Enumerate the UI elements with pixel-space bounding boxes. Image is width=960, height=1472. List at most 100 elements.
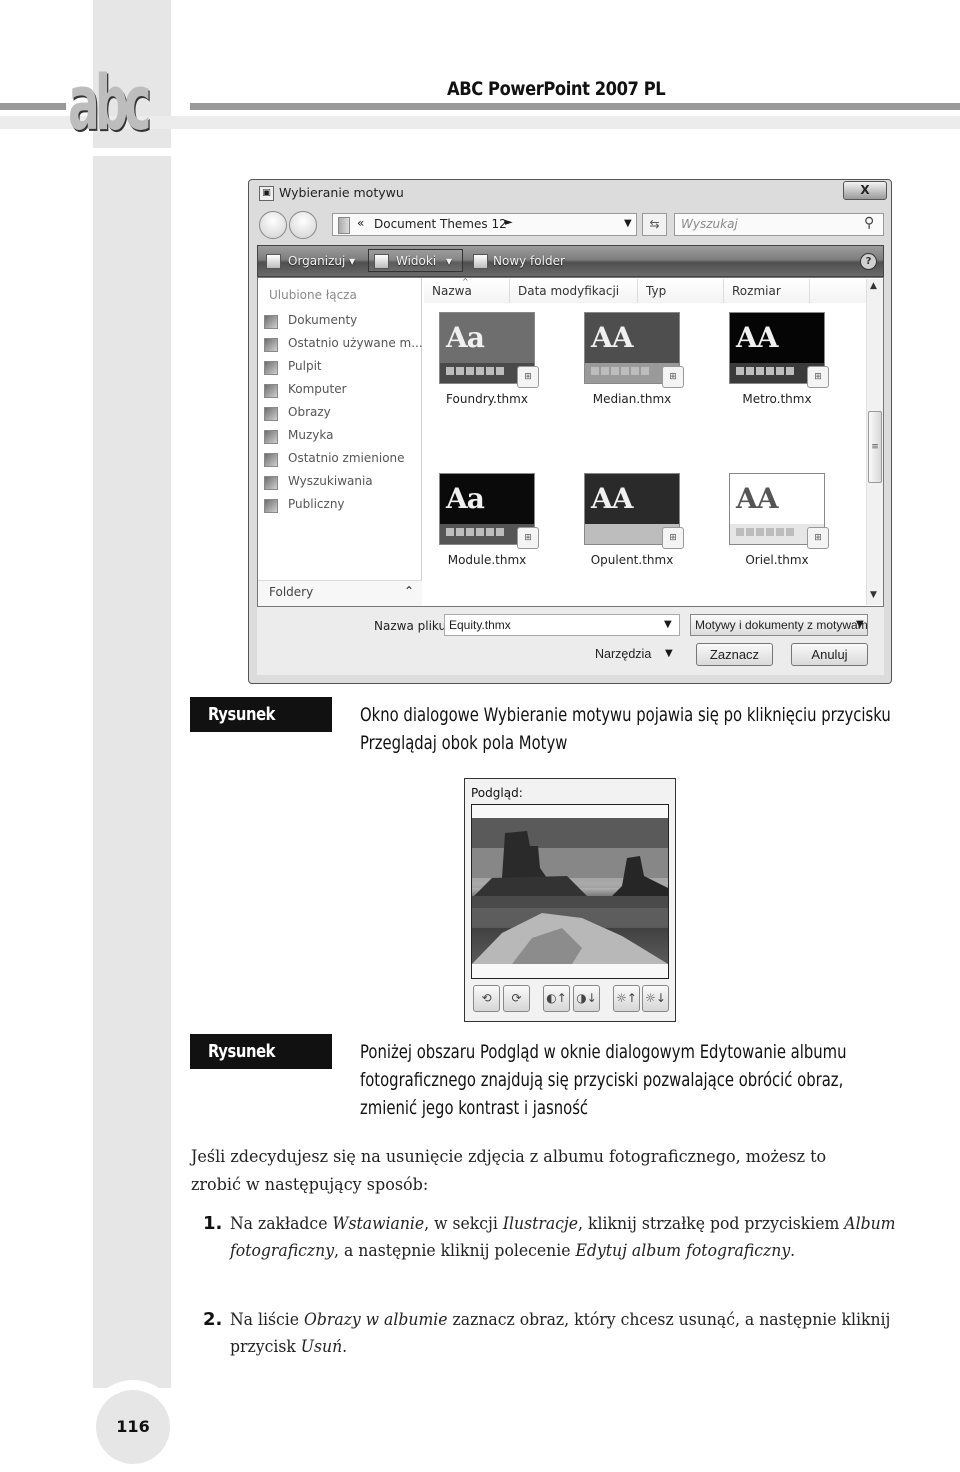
select-button[interactable]: Zaznacz [696,643,773,666]
step-text-run: , a następnie kliknij polecenie [334,1241,576,1261]
favorite-label: Pulpit [288,359,322,373]
file-type-dropdown-icon[interactable]: ▼ [856,619,864,630]
step-text-run: Na liście [230,1310,305,1330]
figure-caption: Okno dialogowe Wybieranie motywu pojawia… [360,701,906,757]
favorite-label: Komputer [288,382,347,396]
thumbnail-glyph: AA [591,321,633,354]
step-text: Na liście Obrazy w albumie zaznacz obraz… [230,1307,938,1361]
cancel-button[interactable]: Anuluj [791,643,868,666]
documents-icon [264,315,278,329]
caption-line: zmienić jego kontrast i jasność [360,1097,589,1119]
favorite-label: Publiczny [288,497,345,511]
search-placeholder: Wyszukaj [681,217,738,231]
organize-button[interactable]: Organizuj ▾ [288,251,355,271]
caption-line: Okno dialogowe Wybieranie motywu pojawia… [360,704,891,726]
organize-label: Organizuj [288,254,346,268]
theme-file-item[interactable]: Aa ⊞ Module.thmx [429,473,559,583]
file-type-select[interactable]: Motywy i dokumenty z motywami [690,614,868,636]
theme-file-item[interactable]: AA ⊞ Median.thmx [574,312,704,422]
running-title: ABC PowerPoint 2007 PL [447,78,666,100]
theme-file-item[interactable]: Aa ⊞ Foundry.thmx [429,312,559,422]
caption-line: Poniżej obszaru Podgląd w oknie dialogow… [360,1041,847,1063]
contrast-up-button[interactable]: ◐↑ [543,985,570,1012]
figure-label: Rysunek 6.13. [190,1034,332,1097]
rotate-left-icon: ⟲ [481,991,492,1005]
theme-file-item[interactable]: AA ⊞ Opulent.thmx [574,473,704,583]
column-header-size[interactable]: Rozmiar [724,279,810,303]
brightness-up-icon: ☼↑ [616,991,637,1005]
favorite-link[interactable]: Obrazy [264,405,420,425]
back-button[interactable] [259,211,287,239]
favorite-link[interactable]: Ostatnio zmienione [264,451,420,471]
search-icon[interactable]: ⚲ [864,215,874,231]
abc-logo: abc [68,58,152,147]
dialog-app-icon: ▣ [259,186,274,201]
favorite-link[interactable]: Pulpit [264,359,420,379]
side-margin-gap [93,148,171,156]
folders-label[interactable]: Foldery [269,585,313,599]
intro-paragraph: Jeśli zdecydujesz się na usunięcie zdjęc… [191,1143,915,1199]
favorite-link[interactable]: Ostatnio używane m... [264,336,423,356]
views-button[interactable]: Widoki [396,251,436,271]
favorite-link[interactable]: Muzyka [264,428,420,448]
brightness-up-button[interactable]: ☼↑ [613,985,640,1012]
public-icon [264,499,278,513]
scroll-up-icon[interactable]: ▲ [870,281,877,291]
address-dropdown-icon[interactable]: ▼ [624,218,632,229]
rotate-right-icon: ⟳ [511,991,522,1005]
favorite-link[interactable]: Publiczny [264,497,420,517]
tools-menu[interactable]: Narzędzia [595,647,651,661]
column-header-type[interactable]: Typ [638,279,724,303]
theme-file-badge-icon: ⊞ [662,366,684,388]
rotate-right-button[interactable]: ⟳ [503,985,530,1012]
header-rule-left [0,103,66,110]
dialog-title: Wybieranie motywu [279,185,404,200]
scroll-down-icon[interactable]: ▼ [870,590,877,600]
theme-file-item[interactable]: AA ⊞ Metro.thmx [719,312,849,422]
forward-button[interactable] [289,211,317,239]
step-text-run: , kliknij strzałkę pod przyciskiem [578,1214,845,1234]
thumbnail-glyph: Aa [446,321,485,354]
breadcrumb-overflow-icon[interactable]: « [357,216,364,230]
brightness-down-icon: ☼↓ [645,991,666,1005]
help-icon[interactable]: ? [860,253,877,270]
refresh-button[interactable]: ⇆ [642,213,667,236]
searches-icon [264,476,278,490]
contrast-up-icon: ◐↑ [546,991,567,1005]
theme-file-badge-icon: ⊞ [517,366,539,388]
ui-term: Ilustracje [502,1214,579,1234]
scroll-thumb[interactable]: ≡ [868,411,882,483]
favorite-link[interactable]: Dokumenty [264,313,420,333]
favorite-link[interactable]: Wyszukiwania [264,474,420,494]
step-text-run: Na zakładce [230,1214,333,1234]
step-number: 2. [203,1309,223,1330]
thumbnail-glyph: Aa [446,482,485,515]
rotate-left-button[interactable]: ⟲ [473,985,500,1012]
color-swatches [591,367,651,375]
file-name-input[interactable]: Equity.thmx [444,614,680,636]
new-folder-icon [473,254,488,269]
new-folder-button[interactable]: Nowy folder [493,251,565,271]
theme-file-name: Oriel.thmx [745,553,809,567]
brightness-down-button[interactable]: ☼↓ [642,985,669,1012]
views-dropdown-button[interactable]: ▾ [446,251,452,271]
tools-dropdown-icon[interactable]: ▼ [665,648,673,659]
theme-file-badge-icon: ⊞ [662,527,684,549]
favorite-link[interactable]: Komputer [264,382,420,402]
favorite-label: Wyszukiwania [288,474,373,488]
caption-line: fotograficznego znajdują się przyciski p… [360,1069,844,1091]
column-header-modified[interactable]: Data modyfikacji [510,279,638,303]
contrast-down-button[interactable]: ◑↓ [573,985,600,1012]
breadcrumb-document-themes[interactable]: Document Themes 12 [374,217,507,231]
computer-icon [264,384,278,398]
file-name-dropdown-icon[interactable]: ▼ [664,619,672,630]
theme-file-item[interactable]: AA ⊞ Oriel.thmx [719,473,849,583]
breadcrumb-arrow-icon[interactable]: ► [505,217,513,228]
sort-indicator-icon: ^ [462,277,469,286]
close-button[interactable]: X [843,181,887,200]
recently-changed-icon [264,453,278,467]
paragraph-line: Jeśli zdecydujesz się na usunięcie zdjęc… [191,1147,827,1167]
ui-term: Obrazy w albumie [304,1310,448,1330]
chevron-up-icon[interactable]: ⌃ [404,584,414,598]
figure-label: Rysunek 6.12. [190,697,332,760]
